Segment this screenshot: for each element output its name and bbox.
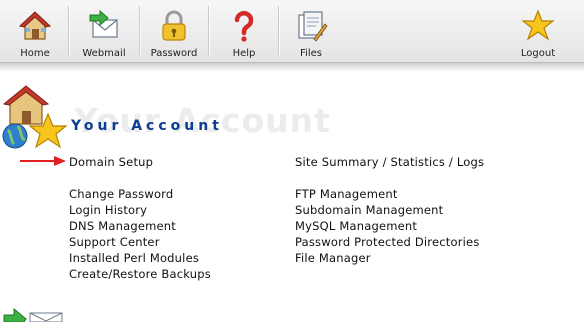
toolbar-webmail-button[interactable]: Webmail — [76, 0, 132, 62]
link-file-manager[interactable]: File Manager — [295, 251, 371, 265]
section-title: Your Account — [71, 118, 223, 134]
toolbar-help-button[interactable]: Help — [218, 0, 270, 62]
toolbar-password-label: Password — [150, 48, 198, 59]
toolbar-logout-button[interactable]: Logout — [514, 0, 562, 62]
link-domain-setup[interactable]: Domain Setup — [69, 155, 153, 169]
arrow-pointer-icon — [20, 156, 66, 166]
toolbar-files-button[interactable]: Files — [286, 0, 336, 62]
house-icon — [18, 11, 52, 40]
link-ftp-management[interactable]: FTP Management — [295, 187, 398, 201]
link-mysql-management[interactable]: MySQL Management — [295, 219, 417, 233]
envelope-icon — [89, 9, 118, 38]
toolbar-logout-label: Logout — [520, 48, 556, 59]
toolbar-files-label: Files — [300, 48, 322, 59]
toolbar-home-button[interactable]: Home — [10, 0, 60, 62]
toolbar-webmail-label: Webmail — [82, 48, 126, 59]
question-mark-icon — [234, 11, 254, 42]
link-site-summary[interactable]: Site Summary / Statistics / Logs — [295, 155, 484, 169]
link-support-center[interactable]: Support Center — [69, 235, 160, 249]
toolbar-home-label: Home — [20, 48, 50, 59]
files-icon — [298, 11, 328, 42]
star-icon — [521, 9, 555, 41]
toolbar-divider — [139, 6, 141, 56]
toolbar-divider — [68, 6, 70, 56]
toolbar-password-button[interactable]: Password — [147, 0, 201, 62]
link-login-history[interactable]: Login History — [69, 203, 147, 217]
toolbar-shadow — [0, 63, 584, 72]
link-dns-management[interactable]: DNS Management — [69, 219, 176, 233]
next-section-icon — [3, 307, 63, 322]
toolbar-divider — [208, 6, 210, 56]
link-password-protected-directories[interactable]: Password Protected Directories — [295, 235, 480, 249]
top-toolbar: Home Webmail Password Help Files Logout — [0, 0, 584, 63]
link-subdomain-management[interactable]: Subdomain Management — [295, 203, 443, 217]
padlock-icon — [162, 10, 186, 41]
link-installed-perl-modules[interactable]: Installed Perl Modules — [69, 251, 199, 265]
link-create-restore-backups[interactable]: Create/Restore Backups — [69, 267, 211, 281]
link-change-password[interactable]: Change Password — [69, 187, 173, 201]
toolbar-divider — [278, 6, 280, 56]
toolbar-help-label: Help — [232, 48, 256, 59]
account-icon — [2, 85, 68, 149]
